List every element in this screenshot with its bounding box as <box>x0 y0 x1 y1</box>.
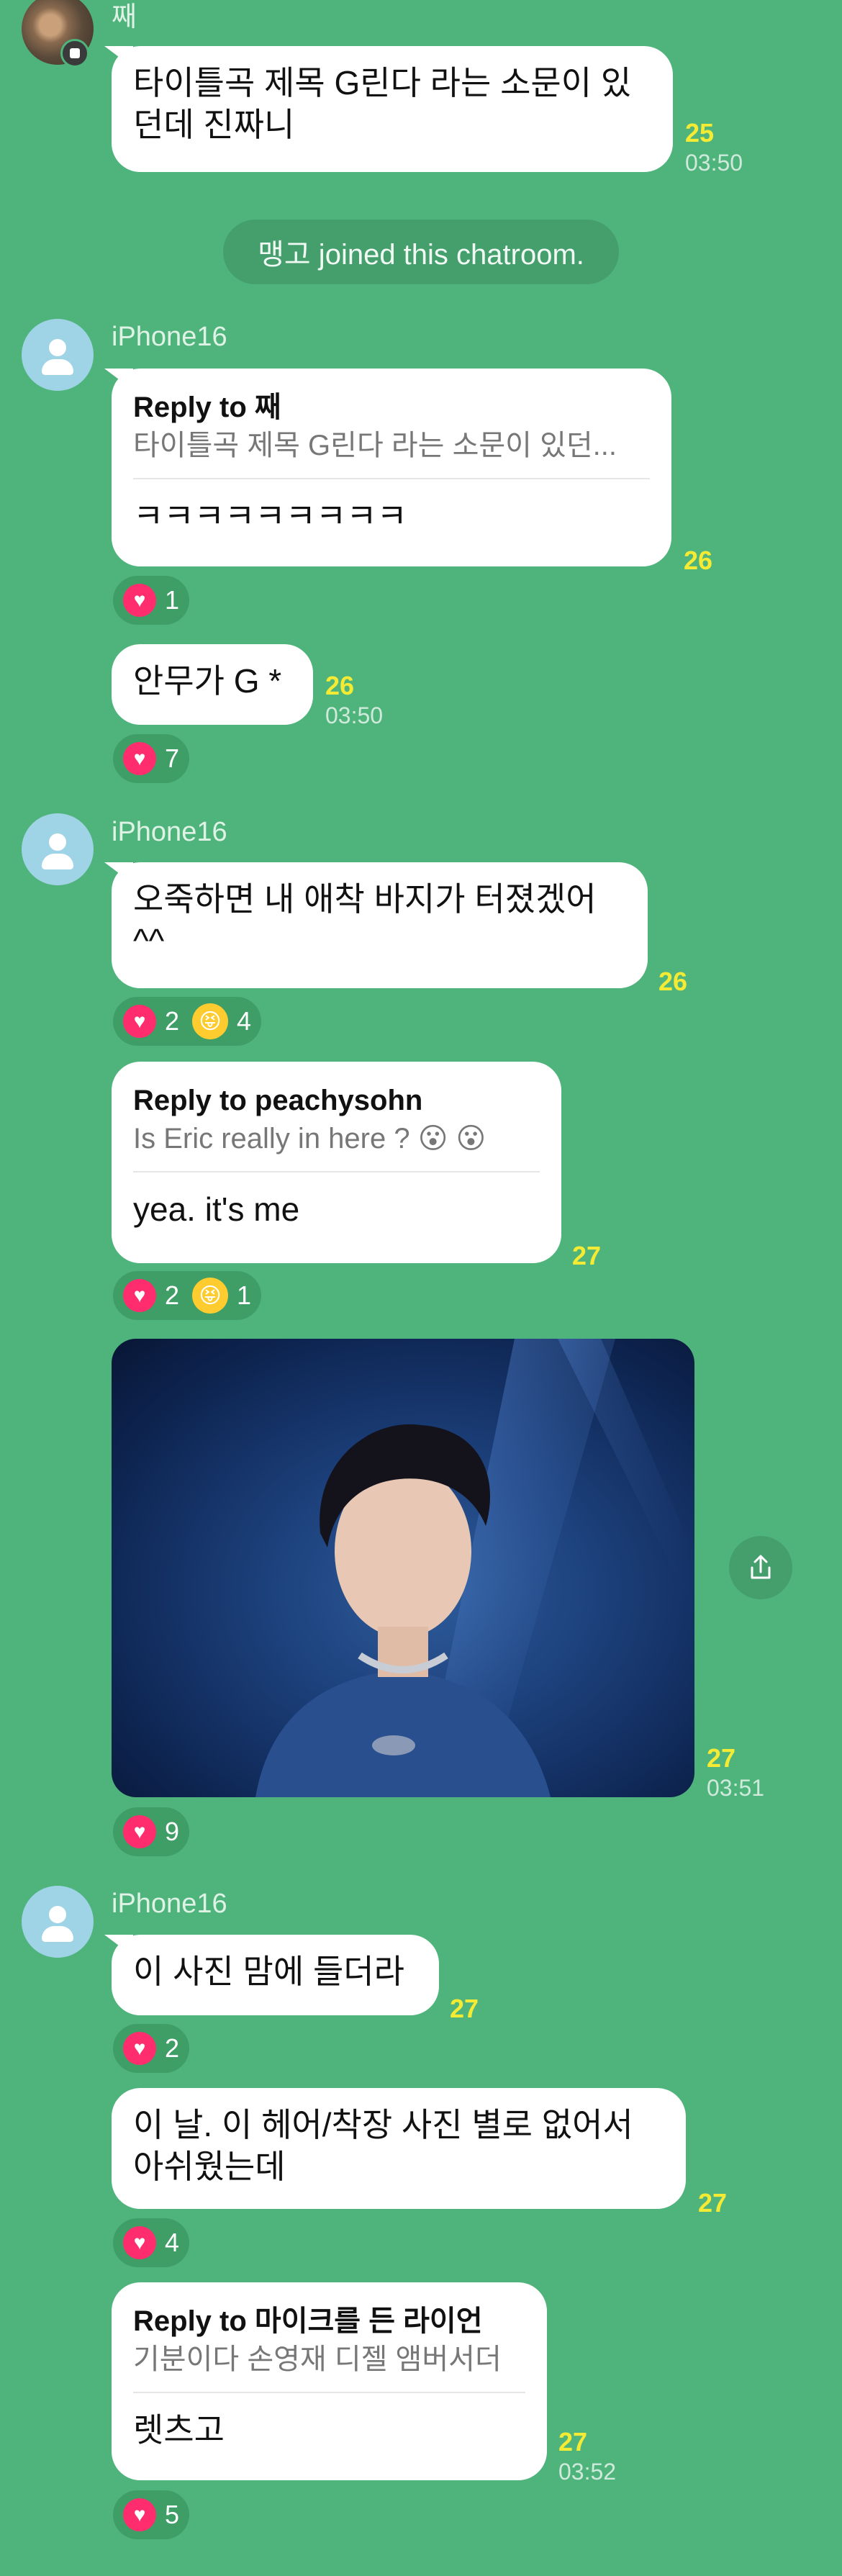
reply-label: Reply to peachysohn <box>133 1085 423 1116</box>
reaction-pill[interactable]: ♥ 2 😝 1 <box>113 1271 262 1320</box>
read-count: 27 <box>707 1743 736 1773</box>
message-bubble[interactable]: 타이틀곡 제목 G린다 라는 소문이 있던데 진짜니 <box>112 46 673 172</box>
heart-icon: ♥ <box>123 2032 156 2065</box>
reaction-pill[interactable]: ♥ 9 <box>113 1807 190 1856</box>
reply-message-bubble[interactable]: Reply to 마이크를 든 라이언 기분이다 손영재 디젤 앰버서더 렛츠고 <box>112 2282 547 2480</box>
grinning-squint-tongue-emoji: 😝 <box>192 1278 229 1314</box>
reply-message-bubble[interactable]: Reply to 째 타이틀곡 제목 G린다 라는 소문이 있던... ㅋㅋㅋㅋ… <box>112 369 671 566</box>
share-icon[interactable] <box>729 1536 792 1599</box>
message-time: 03:52 <box>558 2459 617 2485</box>
message-text: yea. it's me <box>133 1190 300 1228</box>
reaction-count: 1 <box>237 1280 252 1310</box>
message-bubble[interactable]: 이 사진 맘에 들더라 <box>112 1935 439 2015</box>
reply-quote: 타이틀곡 제목 G린다 라는 소문이 있던... <box>133 430 617 461</box>
message-text: 이 날. 이 헤어/착장 사진 별로 없어서 아쉬웠는데 <box>133 2106 633 2185</box>
message-text: 타이틀곡 제목 G린다 라는 소문이 있던데 진짜니 <box>133 64 632 143</box>
read-count: 27 <box>450 1994 479 2023</box>
photo-image <box>255 1339 694 1797</box>
grinning-squint-tongue-emoji: 😝 <box>192 1003 229 1039</box>
default-avatar-icon[interactable] <box>22 1886 94 1958</box>
photo-message[interactable] <box>112 1339 694 1797</box>
reaction-pill[interactable]: ♥ 2 <box>113 2024 190 2073</box>
reaction-pill[interactable]: ♥ 7 <box>113 734 190 783</box>
heart-icon: ♥ <box>123 1815 156 1848</box>
default-avatar-icon[interactable] <box>22 813 94 885</box>
heart-icon: ♥ <box>123 1005 156 1038</box>
message-bubble[interactable]: 이 날. 이 헤어/착장 사진 별로 없어서 아쉬웠는데 <box>112 2088 686 2209</box>
reaction-count: 1 <box>165 585 180 615</box>
default-avatar-icon[interactable] <box>22 319 94 391</box>
read-count: 27 <box>572 1241 602 1270</box>
system-notice: 맹고 joined this chatroom. <box>223 220 619 284</box>
message-time: 03:50 <box>325 702 384 728</box>
message-time: 03:51 <box>707 1775 765 1801</box>
reply-quote: 기분이다 손영재 디젤 앰버서더 <box>133 2344 502 2375</box>
reaction-count: 2 <box>165 1006 180 1036</box>
read-count: 27 <box>698 2188 728 2218</box>
reaction-count: 4 <box>237 1006 252 1036</box>
reply-message-bubble[interactable]: Reply to peachysohn Is Eric really in he… <box>112 1062 561 1263</box>
reaction-count: 9 <box>165 1817 180 1846</box>
reaction-count: 2 <box>165 1280 180 1310</box>
reply-label: Reply to 마이크를 든 라이언 <box>133 2305 483 2337</box>
heart-icon: ♥ <box>123 742 156 775</box>
message-text: 렛츠고 <box>133 2411 225 2449</box>
heart-icon: ♥ <box>123 1279 156 1312</box>
reply-divider <box>133 2392 525 2393</box>
message-text: 이 사진 맘에 들더라 <box>133 1953 404 1990</box>
heart-icon: ♥ <box>123 2498 156 2531</box>
message-text: 안무가 G * <box>133 662 282 700</box>
avatar-badge-icon <box>60 39 89 68</box>
message-bubble[interactable]: 오죽하면 내 애착 바지가 터졌겠어 ^^ <box>112 862 648 988</box>
reaction-count: 4 <box>165 2228 180 2257</box>
sender-name: iPhone16 <box>112 817 227 847</box>
message-text: ㅋㅋㅋㅋㅋㅋㅋㅋㅋ <box>133 497 407 535</box>
read-count: 27 <box>558 2427 588 2457</box>
reaction-pill[interactable]: ♥ 1 <box>113 576 190 625</box>
message-bubble[interactable]: 안무가 G * <box>112 644 313 725</box>
reaction-pill[interactable]: ♥ 5 <box>113 2490 190 2539</box>
reply-divider <box>133 1171 540 1172</box>
sender-name: 째 <box>112 2 137 32</box>
reaction-count: 5 <box>165 2500 180 2529</box>
message-time: 03:50 <box>685 150 743 176</box>
sender-name: iPhone16 <box>112 322 227 352</box>
reply-quote: Is Eric really in here ? 😮 😮 <box>133 1123 486 1154</box>
reaction-pill[interactable]: ♥ 4 <box>113 2218 190 2267</box>
reaction-count: 7 <box>165 744 180 773</box>
read-count: 25 <box>685 118 715 148</box>
reply-label: Reply to 째 <box>133 392 281 423</box>
reaction-count: 2 <box>165 2033 180 2063</box>
heart-icon: ♥ <box>123 584 156 617</box>
message-text: 오죽하면 내 애착 바지가 터졌겠어 ^^ <box>133 880 597 959</box>
read-count: 26 <box>325 671 355 700</box>
heart-icon: ♥ <box>123 2226 156 2259</box>
reply-divider <box>133 478 650 479</box>
reaction-pill[interactable]: ♥ 2 😝 4 <box>113 997 262 1046</box>
sender-name: iPhone16 <box>112 1889 227 1919</box>
read-count: 26 <box>658 967 688 996</box>
read-count: 26 <box>684 546 713 575</box>
